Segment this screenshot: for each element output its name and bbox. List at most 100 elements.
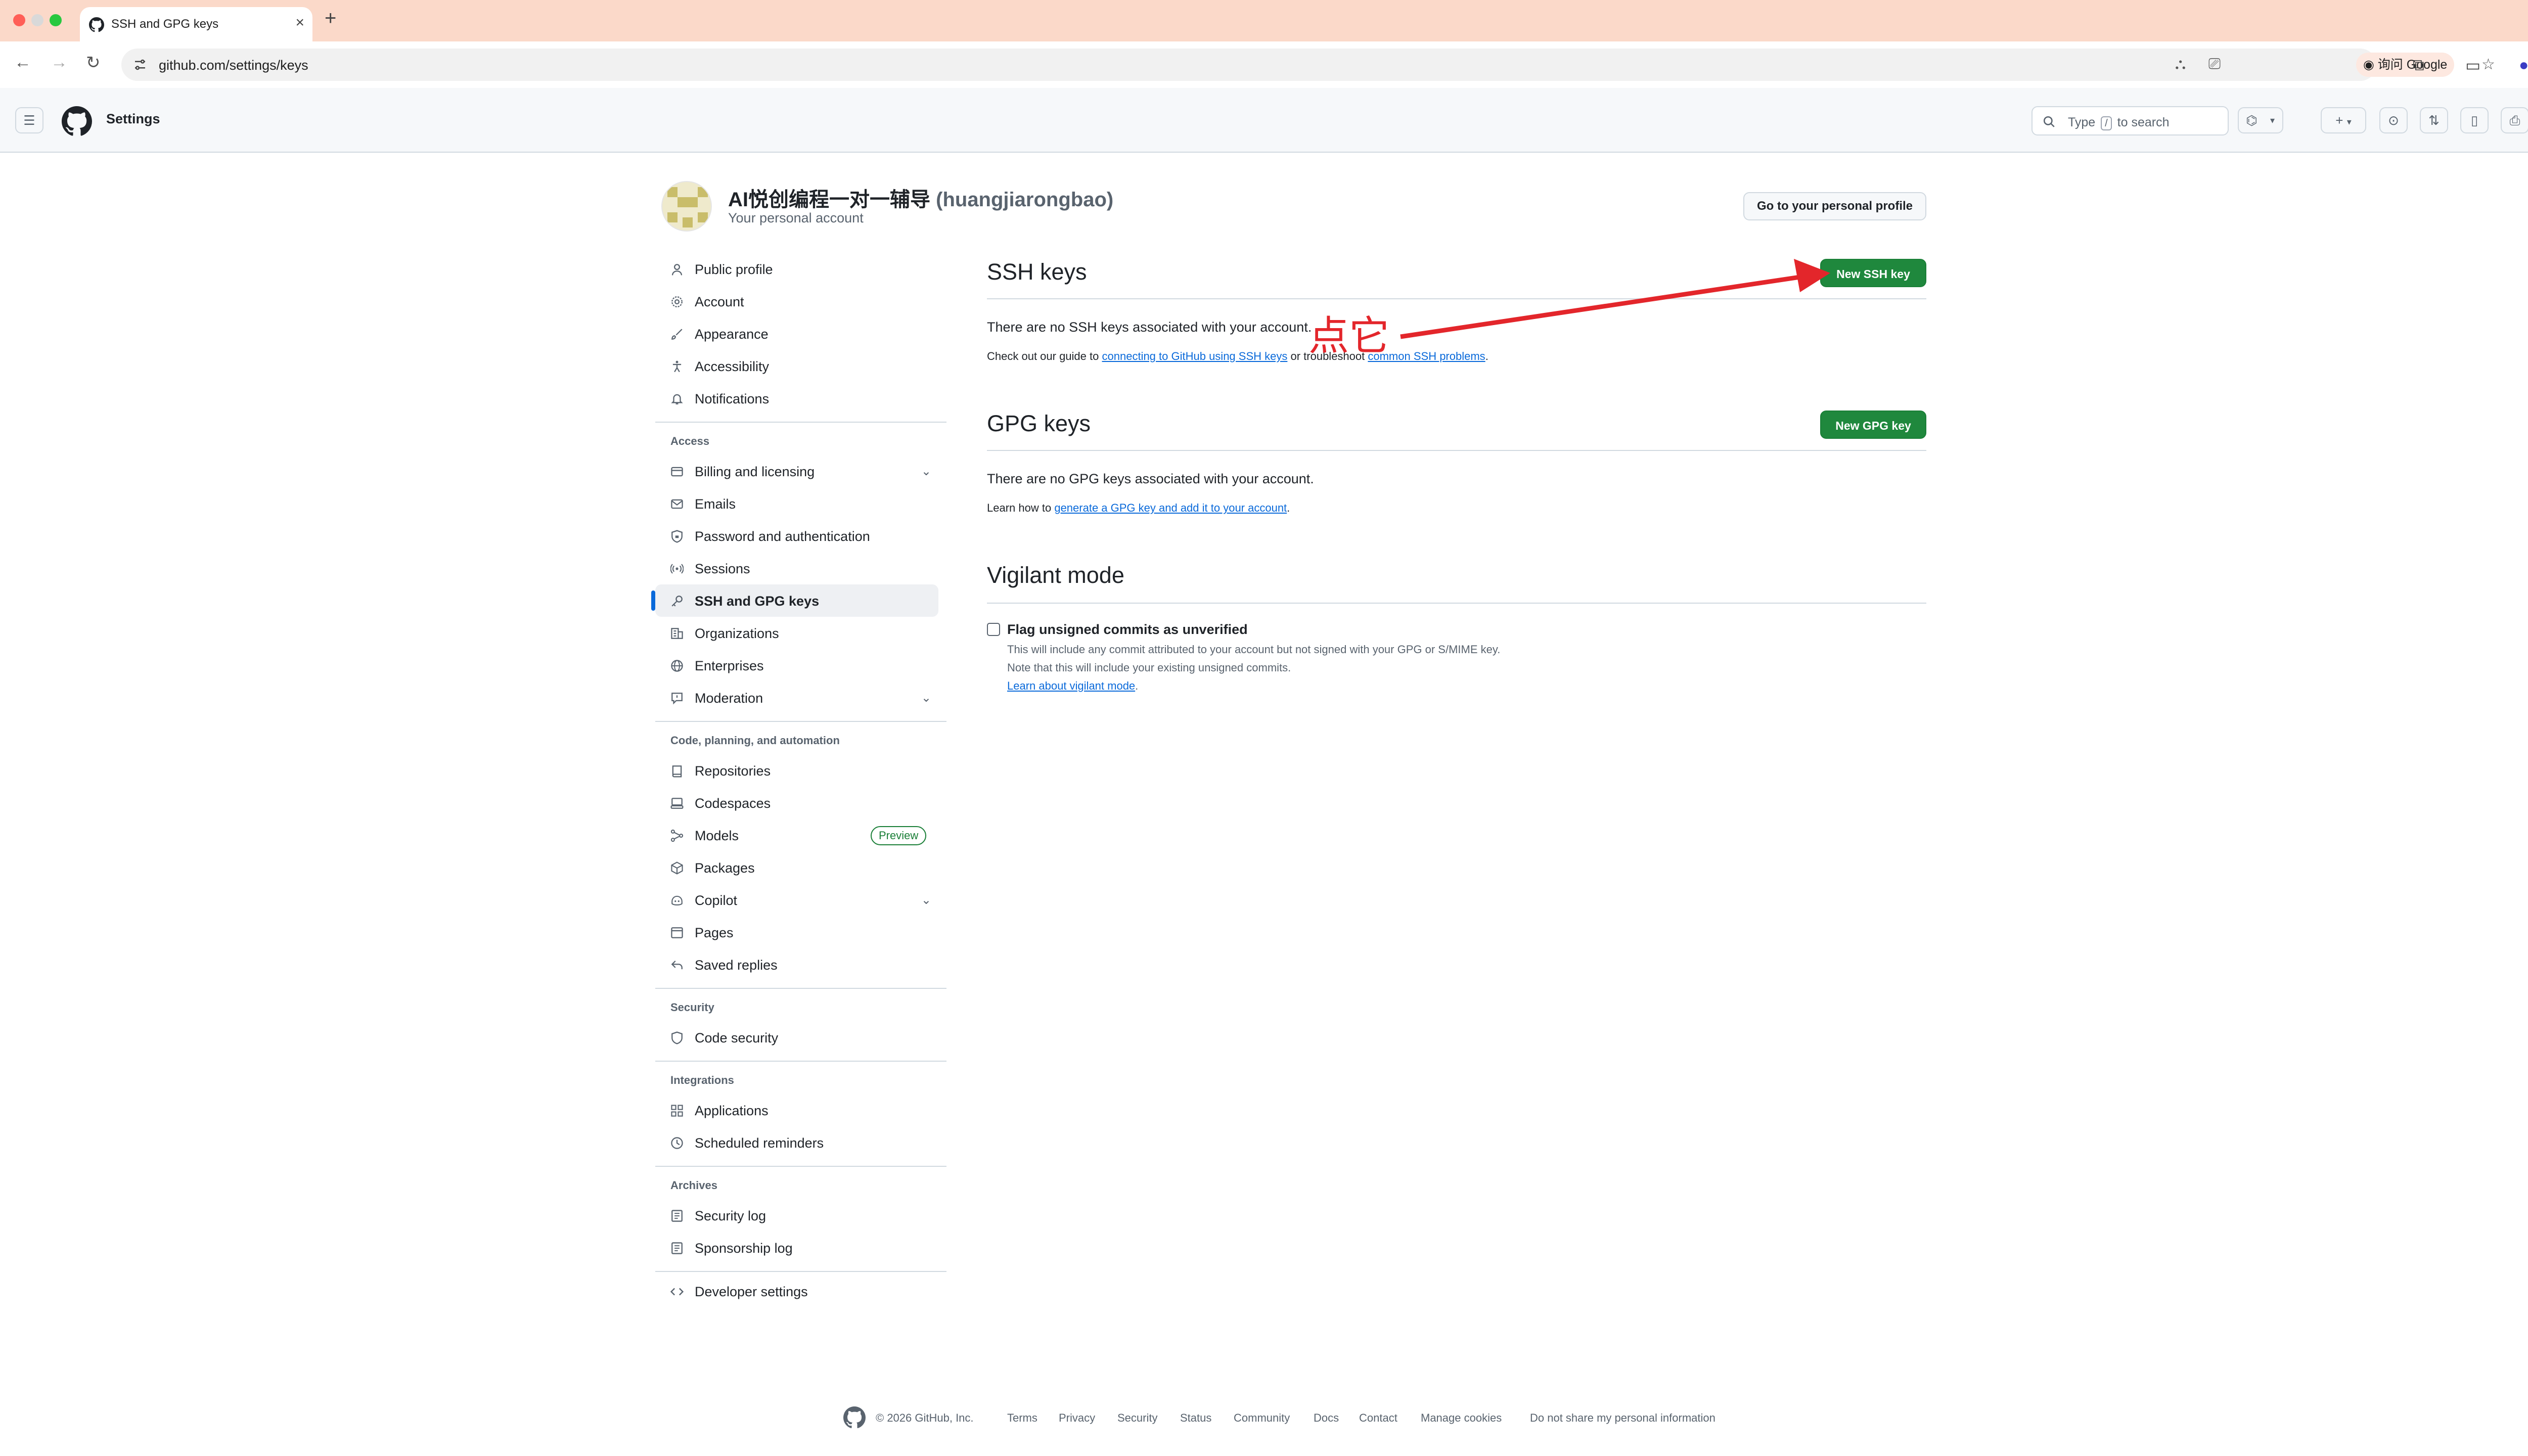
ask-google-chip[interactable]: ◉ 询问 Google: [2356, 53, 2455, 77]
report-icon: [671, 693, 683, 705]
search-placeholder: Type / to search: [2068, 115, 2170, 130]
sidebar-item-repositories[interactable]: Repositories: [655, 754, 946, 787]
sidebar-item-code-security[interactable]: Code security: [655, 1021, 946, 1054]
forward-icon[interactable]: →: [51, 53, 68, 72]
ssh-guide-link[interactable]: connecting to GitHub using SSH keys: [1102, 350, 1288, 362]
ssh-empty-message: There are no SSH keys associated with yo…: [987, 320, 1312, 335]
github-footer-logo-icon[interactable]: [843, 1406, 866, 1429]
footer-link-docs[interactable]: Docs: [1314, 1412, 1339, 1425]
sidebar-item-appearance[interactable]: Appearance: [655, 317, 946, 350]
footer-link-do-not-share[interactable]: Do not share my personal information: [1530, 1412, 1716, 1425]
browser-tab[interactable]: SSH and GPG keys ×: [80, 7, 312, 41]
sidebar-item-developer-settings[interactable]: Developer settings: [655, 1275, 946, 1307]
chevron-down-icon[interactable]: ⌄: [921, 893, 931, 907]
sidebar-item-label: Enterprises: [695, 658, 764, 673]
footer-link-contact[interactable]: Contact: [1359, 1412, 1397, 1425]
inbox-button[interactable]: ⎙: [2501, 107, 2528, 133]
sidebar-group-label: Archives: [670, 1179, 717, 1192]
extensions-icon[interactable]: ⧉: [2413, 56, 2424, 75]
sidebar-item-moderation[interactable]: Moderation ⌄: [655, 681, 946, 714]
annotation-text: 点它: [1308, 312, 1389, 359]
cast-icon[interactable]: ⎚: [2208, 56, 2221, 73]
sidebar-item-enterprises[interactable]: Enterprises: [655, 649, 946, 681]
tab-close-icon[interactable]: ×: [295, 14, 304, 31]
log-icon: [671, 1242, 683, 1254]
sidebar-item-label: Developer settings: [695, 1284, 808, 1299]
site-info-icon[interactable]: [132, 57, 148, 72]
sidebar-item-copilot[interactable]: Copilot ⌄: [655, 884, 946, 916]
issues-button[interactable]: ⊙: [2379, 107, 2408, 133]
sidebar-item-label: Emails: [695, 496, 736, 512]
window-minimize-button[interactable]: [31, 14, 43, 26]
sidebar-item-codespaces[interactable]: Codespaces: [655, 787, 946, 819]
footer-link-terms[interactable]: Terms: [1007, 1412, 1037, 1425]
sidebar-group-code: Code, planning, and automation: [655, 725, 946, 754]
chevron-down-icon[interactable]: ⌄: [921, 464, 931, 479]
sidebar-item-applications[interactable]: Applications: [655, 1094, 946, 1126]
footer-link-status[interactable]: Status: [1180, 1412, 1211, 1425]
sidebar-item-pages[interactable]: Pages: [655, 916, 946, 948]
new-gpg-key-button[interactable]: New GPG key: [1820, 411, 1926, 439]
sidebar-item-account[interactable]: Account: [655, 285, 946, 317]
sidebar-item-emails[interactable]: Emails: [655, 487, 946, 520]
sidebar-item-organizations[interactable]: Organizations: [655, 617, 946, 649]
sidebar-item-sessions[interactable]: Sessions: [655, 552, 946, 584]
footer-link-security[interactable]: Security: [1117, 1412, 1157, 1425]
footer-link-community[interactable]: Community: [1234, 1412, 1290, 1425]
address-bar[interactable]: github.com/settings/keys ⛬ ⎚ ◉ 询问 Google: [121, 49, 2495, 81]
person-icon: [671, 264, 683, 276]
search-input[interactable]: Type / to search: [2032, 106, 2229, 135]
chevron-down-icon[interactable]: ⌄: [921, 691, 931, 705]
sidebar-item-accessibility[interactable]: Accessibility: [655, 350, 946, 382]
vigilant-learn-link[interactable]: Learn about vigilant mode: [1007, 679, 1135, 692]
sidebar-item-ssh-gpg-keys[interactable]: SSH and GPG keys: [651, 584, 938, 617]
code-icon: [670, 1288, 684, 1296]
sidebar-item-label: Accessibility: [695, 359, 770, 374]
inbox-icon: ⎙: [2509, 113, 2520, 128]
copilot-dropdown-icon[interactable]: ▾: [2270, 108, 2275, 132]
window-close-button[interactable]: [13, 14, 25, 26]
new-tab-button[interactable]: +: [325, 7, 336, 30]
sidebar-item-billing[interactable]: Billing and licensing ⌄: [655, 455, 946, 487]
sidebar-divider: [655, 1166, 946, 1167]
sidebar-item-label: Billing and licensing: [695, 464, 815, 479]
copilot-button[interactable]: ⌬ ▾: [2238, 107, 2283, 133]
header-title[interactable]: Settings: [106, 111, 160, 127]
vigilant-mode-label[interactable]: Flag unsigned commits as unverified: [1007, 622, 1248, 638]
sidebar-item-packages[interactable]: Packages: [655, 851, 946, 884]
gpg-guide-link[interactable]: generate a GPG key and add it to your ac…: [1054, 502, 1287, 514]
sidebar-item-scheduled-reminders[interactable]: Scheduled reminders: [655, 1126, 946, 1159]
back-icon[interactable]: ←: [14, 53, 31, 72]
sidebar-item-security-log[interactable]: Security log: [655, 1199, 946, 1232]
sidebar-item-label: Notifications: [695, 391, 770, 406]
vigilant-mode-checkbox[interactable]: [987, 623, 1000, 636]
apps-icon: [671, 1105, 683, 1117]
sidebar-item-models[interactable]: Models Preview: [655, 819, 946, 851]
vigilant-note-1: This will include any commit attributed …: [1007, 643, 1501, 656]
window-zoom-button[interactable]: [50, 14, 62, 26]
copilot-icon: ⌬: [2246, 113, 2258, 128]
pull-requests-button[interactable]: ⇅: [2420, 107, 2448, 133]
profile-name: AI悦创编程一对一辅导 (huangjiarongbao): [728, 183, 1113, 212]
footer-link-manage-cookies[interactable]: Manage cookies: [1421, 1412, 1502, 1425]
footer-link-privacy[interactable]: Privacy: [1059, 1412, 1095, 1425]
sidebar-item-password-auth[interactable]: Password and authentication: [655, 520, 946, 552]
profile-icon[interactable]: ●: [2519, 56, 2528, 74]
bookmark-star-icon[interactable]: ☆: [2481, 56, 2495, 73]
go-to-profile-button[interactable]: Go to your personal profile: [1743, 192, 1926, 220]
repositories-button[interactable]: ▯: [2460, 107, 2489, 133]
side-panel-icon[interactable]: ▭: [2465, 56, 2480, 75]
sidebar-item-public-profile[interactable]: Public profile: [655, 253, 946, 285]
new-ssh-key-button[interactable]: New SSH key: [1820, 259, 1926, 287]
translate-icon[interactable]: ⛬: [2175, 56, 2186, 73]
github-logo-icon[interactable]: [62, 106, 92, 136]
github-favicon-icon: [89, 17, 104, 32]
profile-avatar[interactable]: [661, 181, 712, 232]
create-new-button[interactable]: + ▾: [2321, 107, 2366, 133]
hamburger-menu-button[interactable]: ☰: [15, 107, 43, 133]
reload-icon[interactable]: ↻: [86, 53, 101, 73]
sidebar-item-notifications[interactable]: Notifications: [655, 382, 946, 415]
sidebar-item-sponsorship-log[interactable]: Sponsorship log: [655, 1232, 946, 1264]
sidebar-item-saved-replies[interactable]: Saved replies: [655, 948, 946, 981]
sidebar-item-label: Packages: [695, 860, 755, 876]
